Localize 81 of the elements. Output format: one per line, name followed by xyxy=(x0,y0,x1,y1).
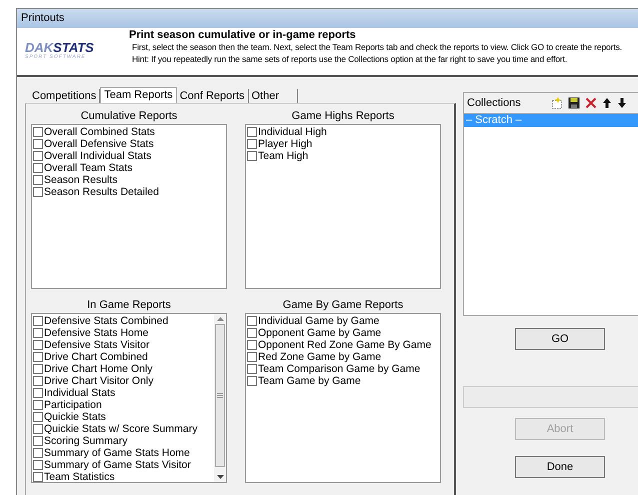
checkbox[interactable] xyxy=(247,340,257,350)
checkbox[interactable] xyxy=(33,163,43,173)
checkbox[interactable] xyxy=(33,151,43,161)
report-checkbox-item[interactable]: Overall Individual Stats xyxy=(33,150,226,162)
report-checkbox-item[interactable]: Individual Stats xyxy=(33,387,214,399)
scroll-up-icon[interactable] xyxy=(216,317,224,321)
checkbox[interactable] xyxy=(247,328,257,338)
checkbox[interactable] xyxy=(247,352,257,362)
checkbox[interactable] xyxy=(247,316,257,326)
up-arrow-icon[interactable] xyxy=(602,97,612,109)
report-checkbox-item[interactable]: Summary of Game Stats Visitor xyxy=(33,459,214,471)
report-checkbox-item[interactable]: Season Results xyxy=(33,174,226,186)
checkbox[interactable] xyxy=(33,448,43,458)
checkbox[interactable] xyxy=(33,340,43,350)
tab[interactable]: Other xyxy=(248,89,298,103)
checkbox[interactable] xyxy=(33,352,43,362)
report-checkbox-item[interactable]: Opponent Red Zone Game By Game xyxy=(247,339,440,351)
scrollbar[interactable] xyxy=(214,314,226,482)
report-checkbox-item[interactable]: Summary of Game Stats Home xyxy=(33,447,214,459)
checkbox[interactable] xyxy=(247,364,257,374)
window-title: Printouts xyxy=(21,12,64,24)
down-arrow-icon[interactable] xyxy=(616,97,627,109)
tab[interactable]: Conf Reports xyxy=(176,89,248,103)
report-checkbox-item[interactable]: Overall Defensive Stats xyxy=(33,138,226,150)
checkbox[interactable] xyxy=(33,472,43,482)
report-checkbox-item[interactable]: Participation xyxy=(33,399,214,411)
report-checkbox-item[interactable]: Team Statistics xyxy=(33,471,214,482)
group-title: Cumulative Reports xyxy=(80,109,178,124)
instruction-text: Hint: If you repeatedly run the same sets of reports use the Collections option at the far right to save you time and effort. xyxy=(131,53,568,65)
checkbox[interactable] xyxy=(33,175,43,185)
report-checkbox-item[interactable]: Opponent Game by Game xyxy=(247,327,440,339)
report-checkbox-item[interactable]: Quickie Stats w/ Score Summary xyxy=(33,423,214,435)
report-checkbox-item[interactable]: Drive Chart Home Only xyxy=(33,363,214,375)
checkbox[interactable] xyxy=(33,127,43,137)
group-title: Game By Game Reports xyxy=(282,298,404,313)
report-checkbox-item[interactable]: Scoring Summary xyxy=(33,435,214,447)
collections-title: Collections xyxy=(467,97,521,109)
checkbox[interactable] xyxy=(33,424,43,434)
report-checkbox-item[interactable]: Season Results Detailed xyxy=(33,186,226,198)
checkbox[interactable] xyxy=(247,139,257,149)
report-checkbox-item[interactable]: Player High xyxy=(247,138,440,150)
report-checkbox-item[interactable]: Team High xyxy=(247,150,440,162)
scroll-down-icon[interactable] xyxy=(216,475,224,479)
checkbox[interactable] xyxy=(33,139,43,149)
checkbox[interactable] xyxy=(247,151,257,161)
report-checkbox-item[interactable]: Drive Chart Visitor Only xyxy=(33,375,214,387)
checkbox[interactable] xyxy=(247,376,257,386)
group-title: Game Highs Reports xyxy=(290,109,396,124)
tab[interactable]: Team Reports xyxy=(100,87,177,103)
report-checkbox-item[interactable]: Defensive Stats Home xyxy=(33,327,214,339)
report-checkbox-item[interactable]: Team Game by Game xyxy=(247,375,440,387)
report-checkbox-item[interactable]: Quickie Stats xyxy=(33,411,214,423)
report-checkbox-item[interactable]: Defensive Stats Visitor xyxy=(33,339,214,351)
checkbox[interactable] xyxy=(33,412,43,422)
report-checkbox-item[interactable]: Overall Team Stats xyxy=(33,162,226,174)
report-checkbox-item[interactable]: Individual Game by Game xyxy=(247,315,440,327)
checkbox[interactable] xyxy=(247,127,257,137)
group-title: In Game Reports xyxy=(86,298,172,313)
done-button[interactable]: Done xyxy=(515,456,605,478)
checkbox[interactable] xyxy=(33,400,43,410)
save-icon[interactable] xyxy=(568,97,580,109)
go-button[interactable]: GO xyxy=(515,328,605,350)
checkbox[interactable] xyxy=(33,388,43,398)
checkbox[interactable] xyxy=(33,316,43,326)
grip-icon xyxy=(217,393,223,398)
report-checkbox-item[interactable]: Team Comparison Game by Game xyxy=(247,363,440,375)
checkbox[interactable] xyxy=(33,328,43,338)
checkbox[interactable] xyxy=(33,460,43,470)
new-icon[interactable] xyxy=(550,97,563,109)
report-checkbox-item[interactable]: Defensive Stats Combined xyxy=(33,315,214,327)
instruction-text: First, select the season then the team. Next, select the Team Reports tab and check the reports to view. Click GO to create the reports. xyxy=(131,41,622,53)
header-heading: Print season cumulative or in-game reports xyxy=(129,29,357,41)
checkbox[interactable] xyxy=(33,364,43,374)
report-checkbox-item[interactable]: Red Zone Game by Game xyxy=(247,351,440,363)
report-checkbox-item[interactable]: Drive Chart Combined xyxy=(33,351,214,363)
checkbox[interactable] xyxy=(33,187,43,197)
report-checkbox-item[interactable]: Individual High xyxy=(247,126,440,138)
checkbox[interactable] xyxy=(33,436,43,446)
report-checkbox-item[interactable]: Overall Combined Stats xyxy=(33,126,226,138)
checkbox[interactable] xyxy=(33,376,43,386)
delete-icon[interactable] xyxy=(584,97,597,109)
